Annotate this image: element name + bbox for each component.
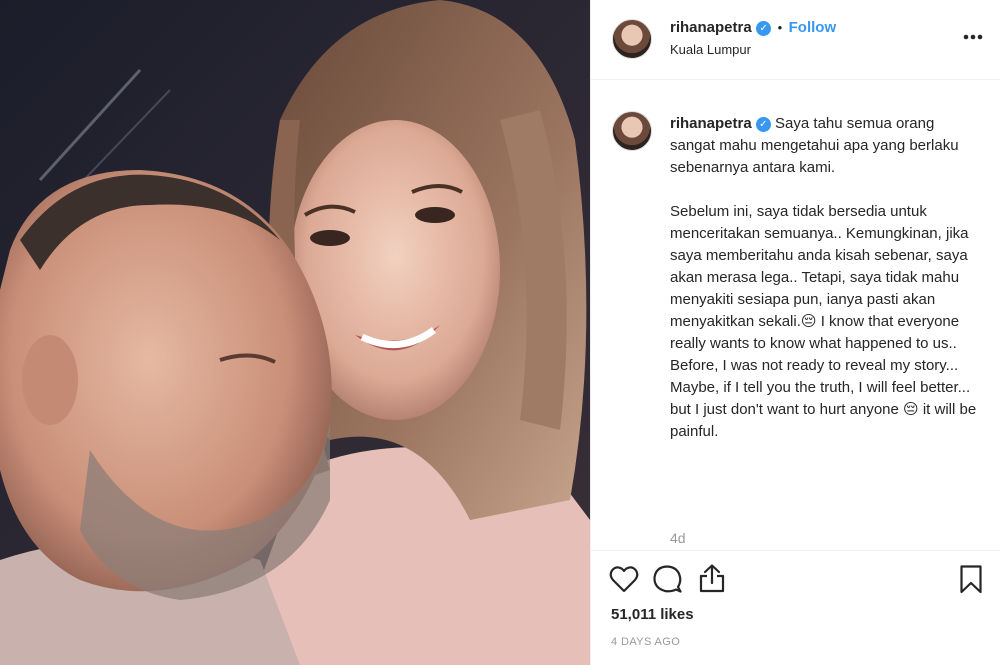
author-avatar[interactable] xyxy=(612,19,652,59)
follow-button[interactable]: Follow xyxy=(789,19,837,36)
caption-verified-badge-icon: ✓ xyxy=(755,117,771,132)
comment-age: 4d xyxy=(670,530,686,546)
dot-separator: • xyxy=(777,20,783,35)
ellipsis-icon xyxy=(963,34,983,40)
instagram-post: rihanapetra ✓ • Follow Kuala Lumpur riha… xyxy=(0,0,1000,665)
post-sidebar: rihanapetra ✓ • Follow Kuala Lumpur riha… xyxy=(590,0,1000,665)
likes-count[interactable]: 51,011 likes xyxy=(611,606,694,623)
header-userline: rihanapetra ✓ • Follow xyxy=(670,19,836,37)
bookmark-icon[interactable] xyxy=(959,564,983,594)
post-caption: rihanapetra ✓ Saya tahu semua orang sang… xyxy=(670,113,980,443)
selfie-photo xyxy=(0,0,590,665)
post-header: rihanapetra ✓ • Follow Kuala Lumpur xyxy=(591,0,1000,80)
post-location[interactable]: Kuala Lumpur xyxy=(670,42,751,57)
verified-badge-icon: ✓ xyxy=(756,21,772,36)
post-actions: 51,011 likes 4 DAYS AGO xyxy=(591,550,1000,665)
caption-username[interactable]: rihanapetra xyxy=(670,115,752,132)
post-timestamp[interactable]: 4 DAYS AGO xyxy=(611,636,680,648)
caption-avatar[interactable] xyxy=(612,111,652,151)
share-icon[interactable] xyxy=(698,563,726,593)
caption-text: Saya tahu semua orang sangat mahu menget… xyxy=(670,115,977,440)
more-options-icon[interactable] xyxy=(963,20,983,46)
heart-icon[interactable] xyxy=(609,565,639,593)
comment-icon[interactable] xyxy=(652,564,682,594)
author-username[interactable]: rihanapetra xyxy=(670,19,752,36)
post-photo[interactable] xyxy=(0,0,590,665)
